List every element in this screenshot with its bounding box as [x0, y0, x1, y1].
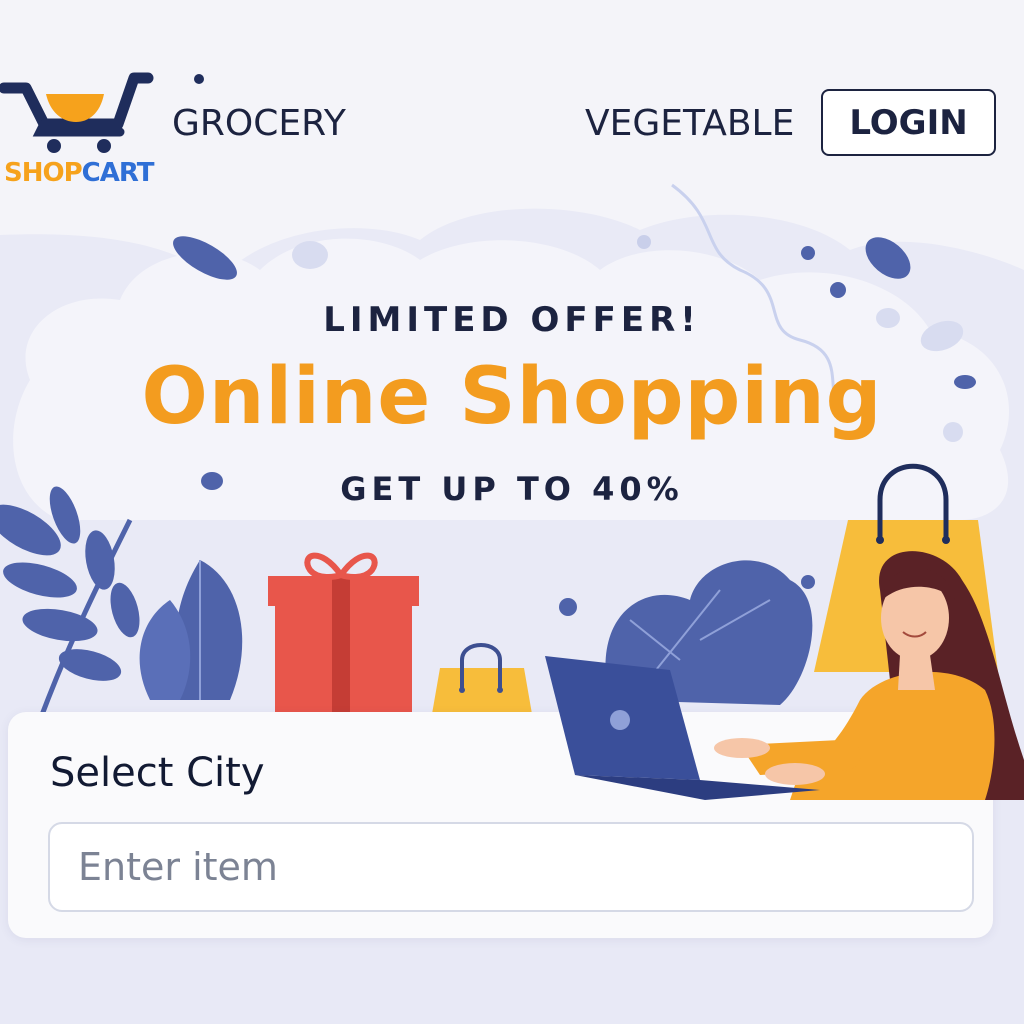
woman-with-laptop-illustration — [545, 551, 1024, 800]
page: SHOPCART GROCERY VEGETABLE LOGIN LIMITED… — [0, 0, 1024, 1024]
